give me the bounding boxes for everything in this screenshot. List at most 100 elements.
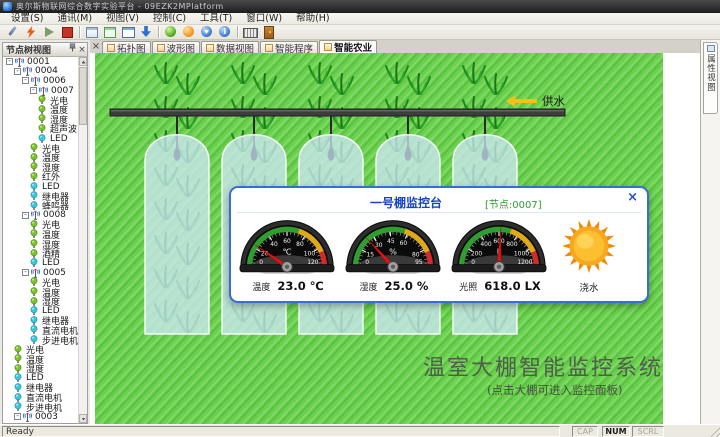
svg-text:80: 80: [412, 251, 420, 258]
antenna-icon: [23, 412, 33, 422]
gauge-name: 湿度: [360, 280, 378, 293]
tree-item-超声波[interactable]: 超声波: [3, 124, 87, 134]
play-icon[interactable]: [41, 25, 57, 39]
sensor-icon: [30, 297, 40, 307]
window-icon[interactable]: [120, 25, 136, 39]
property-view-tab[interactable]: 属性视图: [703, 42, 718, 114]
tree-item-label: 0003: [35, 412, 58, 422]
tree-item-温度[interactable]: 温度: [3, 354, 87, 364]
tree-item-步进电机[interactable]: 步进电机: [3, 402, 87, 412]
lightning-icon[interactable]: [23, 25, 39, 39]
tree-item-酒精[interactable]: 酒精: [3, 249, 87, 259]
menu-item[interactable]: 帮助(H): [289, 13, 337, 25]
sun-icon[interactable]: [561, 218, 617, 274]
tree-item-蜂鸣器[interactable]: 蜂鸣器: [3, 201, 87, 211]
tree-item-光电[interactable]: 光电: [3, 95, 87, 105]
menu-item[interactable]: 控制(C): [146, 13, 193, 25]
main-canvas: × 拓扑图波形图数据视图智能程序智能农业 供水 温室大棚智能监控系统 (点击大棚…: [90, 40, 700, 424]
menu-item[interactable]: 设置(S): [4, 13, 50, 25]
tab-数据视图[interactable]: 数据视图: [201, 41, 259, 53]
keyboard-icon[interactable]: [242, 25, 258, 39]
tree-item-0006[interactable]: -0006: [3, 76, 87, 86]
tree-item-0003[interactable]: - 0003: [3, 412, 87, 422]
chart-window-icon[interactable]: [102, 25, 118, 39]
node-tree-title: 节点树视图: [3, 43, 67, 56]
collapse-icon[interactable]: -: [22, 77, 29, 84]
tab-close-icon[interactable]: ×: [90, 41, 102, 53]
tree-item-0001[interactable]: -0001: [3, 57, 87, 67]
tree-item-湿度[interactable]: 湿度: [3, 364, 87, 374]
orange-ball-icon[interactable]: [181, 25, 197, 39]
pencil-icon[interactable]: [5, 25, 21, 39]
pin-icon[interactable]: [67, 43, 77, 56]
svg-text:45: 45: [387, 238, 395, 245]
monitor-dialog: 一号棚监控台 [节点:0007] × 020406080100120℃温度23.…: [229, 186, 649, 303]
collapse-icon[interactable]: -: [14, 413, 21, 420]
gauge-name: 温度: [252, 280, 270, 293]
scroll-up-icon[interactable]: [79, 57, 87, 66]
menu-bar: 设置(S)通讯(M)视图(V)控制(C)工具(T)窗口(W)帮助(H): [0, 13, 720, 25]
export-window-icon[interactable]: [84, 25, 100, 39]
menu-item[interactable]: 窗口(W): [239, 13, 289, 25]
tree-item-湿度[interactable]: 湿度: [3, 297, 87, 307]
collapse-icon[interactable]: -: [30, 87, 37, 94]
actuator-icon: [14, 383, 24, 393]
dialog-divider: [237, 212, 641, 213]
node-tree-header: 节点树视图 ×: [3, 43, 87, 57]
scene-title: 温室大棚智能监控系统: [423, 350, 663, 382]
exit-door-icon[interactable]: [260, 25, 276, 39]
sensor-icon: [30, 153, 40, 163]
collapse-icon[interactable]: -: [22, 212, 29, 219]
tree-item-label: LED: [42, 258, 60, 268]
menu-item[interactable]: 通讯(M): [50, 13, 99, 25]
gauge-name: 光照: [459, 280, 477, 293]
antenna-icon: [23, 66, 33, 76]
right-dock-strip: 属性视图: [700, 40, 720, 424]
tree-item-LED[interactable]: LED: [3, 258, 87, 268]
menu-item[interactable]: 视图(V): [99, 13, 146, 25]
dialog-close-icon[interactable]: ×: [627, 191, 638, 205]
toolbar-separator: [237, 26, 238, 38]
collapse-icon[interactable]: -: [6, 58, 13, 65]
green-ball-icon[interactable]: [163, 25, 179, 39]
close-icon[interactable]: ×: [77, 44, 87, 56]
tab-波形图[interactable]: 波形图: [152, 41, 201, 53]
scroll-thumb[interactable]: [79, 67, 87, 125]
tab-icon: [157, 44, 165, 52]
tree-scrollbar[interactable]: [78, 57, 87, 423]
svg-text:1000: 1000: [514, 251, 529, 258]
tab-智能农业[interactable]: 智能农业: [319, 40, 377, 53]
tree-item-温度[interactable]: 温度: [3, 105, 87, 115]
actuator-icon: [14, 373, 24, 383]
watering-control[interactable]: 浇水: [558, 218, 620, 294]
sensor-icon: [30, 162, 40, 172]
application-window: 奥尔斯物联网综合数字实验平台 - 09EZK2MPlatform 设置(S)通讯…: [0, 0, 720, 437]
scene-subtitle: (点击大棚可进入监控面板): [487, 382, 622, 398]
sensor-icon: [30, 277, 40, 287]
node-tree: -0001-0004-0006-0007光电温度湿度超声波LED光电温度湿度红外…: [3, 57, 87, 423]
collapse-icon[interactable]: -: [14, 68, 21, 75]
water-supply-label: 供水: [515, 93, 565, 109]
blue-down-ball-icon[interactable]: [199, 25, 215, 39]
tree-item-0004[interactable]: -0004: [3, 67, 87, 77]
status-indicator-num: NUM: [602, 426, 630, 437]
menu-item[interactable]: 工具(T): [193, 13, 239, 25]
tree-item-红外[interactable]: 红外: [3, 172, 87, 182]
panel-icon: [707, 45, 715, 52]
sensor-icon: [30, 249, 40, 259]
greenhouse-tunnel[interactable]: [145, 135, 209, 334]
tab-bar: × 拓扑图波形图数据视图智能程序智能农业: [90, 40, 700, 53]
stop-icon[interactable]: [59, 25, 75, 39]
download-icon[interactable]: [138, 25, 154, 39]
tab-拓扑图[interactable]: 拓扑图: [102, 41, 151, 53]
scroll-down-icon[interactable]: [79, 414, 87, 423]
info-ball-icon[interactable]: [217, 25, 233, 39]
actuator-icon: [30, 191, 40, 201]
status-message: Ready: [2, 426, 560, 437]
tab-智能程序[interactable]: 智能程序: [260, 41, 318, 53]
resize-grip[interactable]: [708, 425, 720, 437]
actuator-icon: [14, 402, 24, 412]
tree-item-步进电机[interactable]: 步进电机: [3, 335, 87, 345]
tree-item-0007[interactable]: -0007: [3, 86, 87, 96]
collapse-icon[interactable]: -: [22, 269, 29, 276]
